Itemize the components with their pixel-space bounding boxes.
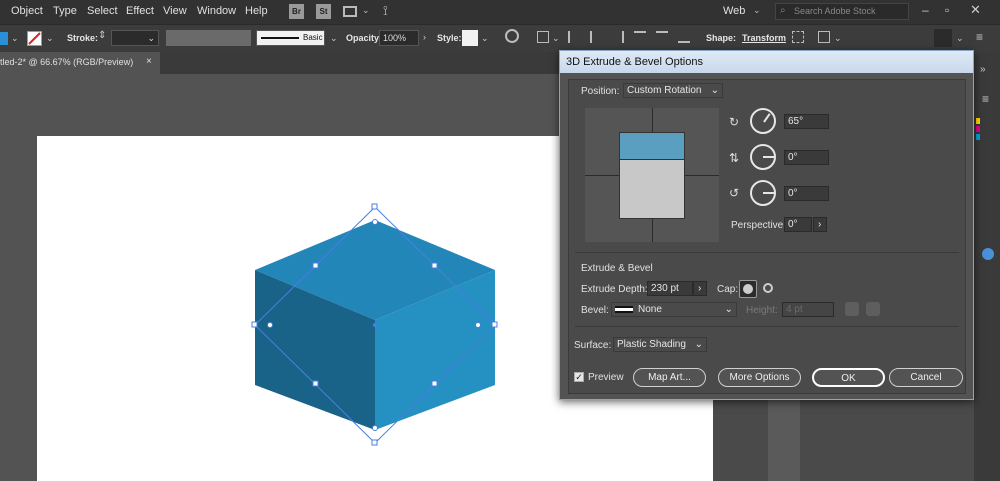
chevron-down-icon[interactable]: ⌄ bbox=[753, 5, 761, 16]
anchor-point bbox=[267, 322, 273, 328]
bevel-extent-in-icon bbox=[845, 302, 859, 316]
handle-top-right bbox=[431, 262, 438, 269]
cube-preview-top bbox=[619, 132, 685, 160]
chevron-down-icon: ⌄ bbox=[724, 304, 733, 315]
divider bbox=[575, 252, 959, 253]
cap-label: Cap: bbox=[717, 284, 739, 295]
panel-area bbox=[713, 400, 974, 481]
bevel-dropdown[interactable]: None ⌄ bbox=[611, 302, 737, 317]
extrude-depth-field[interactable]: 230 pt bbox=[647, 281, 693, 296]
bevel-value: None bbox=[638, 304, 662, 315]
workspace-switcher[interactable]: Web bbox=[723, 5, 745, 17]
cap-on-icon bbox=[743, 284, 753, 294]
swatch-cyan bbox=[976, 134, 980, 140]
anchor-point bbox=[475, 322, 481, 328]
perspective-slider-button[interactable]: › bbox=[813, 217, 827, 232]
height-field: 4 pt bbox=[782, 302, 834, 317]
perspective-label: Perspective: bbox=[731, 220, 787, 231]
search-icon: ⌕ bbox=[780, 5, 786, 16]
position-label: Position: bbox=[581, 86, 620, 97]
handle-bottom bbox=[371, 439, 378, 446]
right-panel-dock: » ≡ bbox=[974, 52, 1000, 481]
cube-preview-front bbox=[619, 159, 685, 219]
transform-link[interactable]: Transform bbox=[742, 33, 786, 43]
position-dropdown[interactable]: Custom Rotation ⌄ bbox=[623, 83, 723, 98]
handle-right bbox=[491, 321, 498, 328]
handle-bottom-left bbox=[312, 380, 319, 387]
position-value: Custom Rotation bbox=[627, 85, 702, 96]
extrude-depth-slider-button[interactable]: › bbox=[693, 281, 707, 296]
surface-label: Surface: bbox=[574, 340, 612, 351]
swatch-magenta bbox=[976, 126, 980, 132]
perspective-field[interactable]: 0° bbox=[784, 217, 812, 232]
maximize-icon[interactable]: ▫ bbox=[945, 3, 949, 17]
center-point bbox=[373, 323, 377, 327]
cancel-button[interactable]: Cancel bbox=[889, 368, 963, 387]
rotate-z-dial[interactable] bbox=[750, 180, 776, 206]
surface-dropdown[interactable]: Plastic Shading ⌄ bbox=[613, 337, 707, 352]
chevron-down-icon[interactable]: ⌄ bbox=[834, 33, 842, 44]
minimize-icon[interactable]: – bbox=[922, 3, 929, 17]
divider bbox=[575, 326, 959, 327]
dialog-title: 3D Extrude & Bevel Options bbox=[560, 51, 973, 73]
isolate-object-icon[interactable] bbox=[792, 31, 804, 43]
rotation-track-cube[interactable] bbox=[585, 108, 719, 242]
stock-search-input[interactable]: ⌕ Search Adobe Stock bbox=[775, 3, 909, 20]
dial-needle bbox=[763, 113, 771, 123]
preview-label: Preview bbox=[588, 372, 624, 383]
surface-value: Plastic Shading bbox=[617, 339, 686, 350]
more-options-button[interactable]: More Options bbox=[718, 368, 801, 387]
panel-options-icon[interactable] bbox=[934, 29, 952, 47]
rotate-x-field[interactable]: 65° bbox=[784, 114, 829, 129]
handle-left bbox=[251, 321, 258, 328]
chevron-down-icon[interactable]: ⌄ bbox=[956, 33, 964, 44]
handle-top bbox=[371, 203, 378, 210]
dial-needle bbox=[763, 192, 774, 194]
rotate-x-dial[interactable] bbox=[750, 108, 776, 134]
panel-column bbox=[768, 400, 800, 481]
anchor-point bbox=[372, 425, 378, 431]
dialog-body: Position: Custom Rotation ⌄ ↻ 65° ⇅ 0° ↺… bbox=[568, 79, 966, 394]
rotate-z-field[interactable]: 0° bbox=[784, 186, 829, 201]
menu-icon[interactable]: ≡ bbox=[976, 30, 983, 44]
preview-checkbox[interactable]: ✓ bbox=[574, 372, 584, 382]
bevel-label: Bevel: bbox=[581, 305, 609, 316]
search-placeholder: Search Adobe Stock bbox=[794, 6, 876, 16]
map-art-button[interactable]: Map Art... bbox=[633, 368, 706, 387]
bevel-preview-icon bbox=[615, 306, 633, 313]
puppet-warp-icon[interactable] bbox=[818, 31, 830, 43]
chevron-down-icon: ⌄ bbox=[694, 339, 703, 350]
3d-extrude-bevel-dialog: 3D Extrude & Bevel Options Position: Cus… bbox=[559, 50, 974, 400]
rotate-z-axis-icon: ↺ bbox=[729, 186, 740, 200]
ok-button[interactable]: OK bbox=[812, 368, 885, 387]
swatch-yellow bbox=[976, 118, 980, 124]
cap-off-icon bbox=[763, 283, 773, 293]
rotate-y-axis-icon: ⇅ bbox=[729, 151, 740, 165]
dial-needle bbox=[763, 156, 774, 158]
close-icon[interactable]: ✕ bbox=[970, 2, 981, 18]
rotate-y-dial[interactable] bbox=[750, 144, 776, 170]
chevron-down-icon: ⌄ bbox=[710, 85, 719, 96]
cap-on-button[interactable] bbox=[739, 280, 757, 298]
rotate-x-axis-icon: ↻ bbox=[729, 115, 740, 129]
collapse-icon[interactable]: » bbox=[980, 64, 986, 75]
handle-bottom-right bbox=[431, 380, 438, 387]
extrude-depth-label: Extrude Depth: bbox=[581, 284, 648, 295]
panel-menu-icon[interactable]: ≡ bbox=[982, 92, 989, 106]
height-label: Height: bbox=[746, 305, 778, 316]
panel-toggle-icon[interactable] bbox=[982, 248, 994, 260]
bevel-extent-out-icon bbox=[866, 302, 880, 316]
extrude-section-heading: Extrude & Bevel bbox=[581, 263, 653, 274]
anchor-point bbox=[372, 219, 378, 225]
rotate-y-field[interactable]: 0° bbox=[784, 150, 829, 165]
cap-off-button[interactable] bbox=[760, 280, 778, 298]
handle-top-left bbox=[312, 262, 319, 269]
